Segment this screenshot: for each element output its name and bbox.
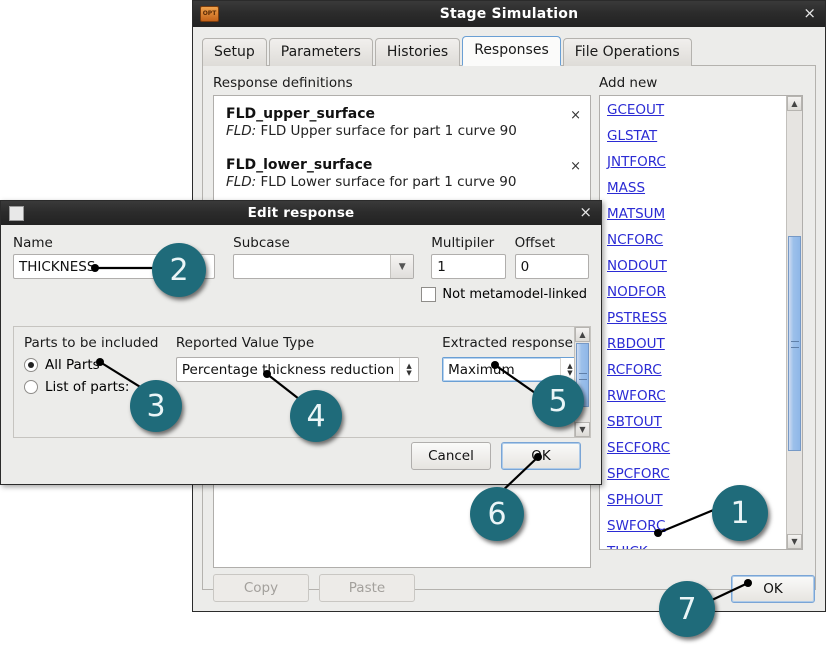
main-ok-button[interactable]: OK — [731, 575, 815, 603]
add-new-link-matsum[interactable]: MATSUM — [607, 206, 665, 222]
response-type: FLD: — [226, 123, 257, 139]
scrollbar-thumb[interactable] — [788, 236, 801, 451]
scroll-up-icon[interactable]: ▲ — [787, 96, 802, 111]
add-new-scrollbar[interactable]: ▲ ▼ — [786, 96, 802, 549]
add-new-link-sphout[interactable]: SPHOUT — [607, 492, 663, 508]
add-new-link-mass[interactable]: MASS — [607, 180, 645, 196]
extracted-response-label: Extracted response — [442, 335, 573, 351]
remove-icon[interactable]: × — [570, 159, 581, 174]
add-new-link-nodout[interactable]: NODOUT — [607, 258, 667, 274]
parts-label: Parts to be included — [24, 335, 159, 351]
edit-dialog-buttons: Cancel OK — [411, 442, 581, 470]
spinner-arrows-icon[interactable]: ▲ ▼ — [399, 358, 419, 381]
add-new-link-gceout[interactable]: GCEOUT — [607, 102, 664, 118]
callout-marker-3: 3 — [130, 380, 182, 432]
tab-file-operations[interactable]: File Operations — [562, 38, 692, 66]
reported-value-type-label: Reported Value Type — [175, 335, 315, 351]
remove-icon[interactable]: × — [570, 108, 581, 123]
chevron-down-icon: ▼ — [390, 255, 414, 278]
response-name: FLD_upper_surface — [226, 106, 376, 122]
edit-ok-button[interactable]: OK — [501, 442, 581, 470]
not-metamodel-linked-row[interactable]: Not metamodel-linked — [13, 287, 589, 302]
add-new-link-spcforc[interactable]: SPCFORC — [607, 466, 670, 482]
scroll-down-icon[interactable]: ▼ — [575, 422, 590, 437]
add-new-link-jntforc[interactable]: JNTFORC — [607, 154, 666, 170]
window-icon — [9, 205, 24, 221]
add-new-link-pstress[interactable]: PSTRESS — [607, 310, 667, 326]
add-new-link-secforc[interactable]: SECFORC — [607, 440, 670, 456]
scrollbar-grip-icon — [578, 373, 587, 380]
add-new-list[interactable]: GCEOUT GLSTAT JNTFORC MASS MATSUM NCFORC… — [599, 95, 803, 550]
copy-button[interactable]: Copy — [213, 574, 309, 602]
reported-value-type-value: Percentage thickness reduction — [181, 361, 395, 378]
tab-responses[interactable]: Responses — [462, 36, 561, 66]
edit-dialog-titlebar[interactable]: Edit response × — [1, 201, 601, 225]
subcase-select[interactable]: ▼ — [233, 254, 415, 279]
reported-value-type-select[interactable]: Percentage thickness reduction ▲ ▼ — [175, 357, 420, 382]
add-new-link-rbdout[interactable]: RBDOUT — [607, 336, 665, 352]
add-new-link-glstat[interactable]: GLSTAT — [607, 128, 657, 144]
add-new-link-ncforc[interactable]: NCFORC — [607, 232, 663, 248]
offset-input[interactable]: 0 — [514, 254, 589, 279]
callout-marker-2: 2 — [152, 243, 206, 297]
add-new-section: Add new GCEOUT GLSTAT JNTFORC MASS MATSU… — [599, 75, 803, 550]
subcase-label: Subcase — [233, 235, 290, 251]
paste-button[interactable]: Paste — [319, 574, 415, 602]
response-type: FLD: — [226, 174, 257, 190]
callout-marker-7: 7 — [659, 581, 715, 637]
radio-list-of-parts-label: List of parts: — [45, 379, 130, 395]
main-titlebar[interactable]: OPT Stage Simulation × — [193, 1, 825, 27]
copy-paste-row: Copy Paste — [213, 574, 415, 602]
scroll-down-icon[interactable]: ▼ — [787, 534, 802, 549]
edit-dialog-title: Edit response — [247, 205, 355, 221]
add-new-link-rcforc[interactable]: RCFORC — [607, 362, 662, 378]
add-new-link-thick[interactable]: THICK — [607, 544, 648, 549]
extracted-response-value: Maximum — [448, 361, 515, 378]
tab-parameters[interactable]: Parameters — [268, 38, 373, 66]
callout-marker-6: 6 — [470, 487, 524, 541]
tab-histories[interactable]: Histories — [374, 38, 461, 66]
add-new-link-rwforc[interactable]: RWFORC — [607, 388, 666, 404]
response-description: FLD: FLD Upper surface for part 1 curve … — [226, 123, 517, 139]
main-tabstrip: Setup Parameters Histories Responses Fil… — [202, 33, 816, 66]
radio-all-parts-label: All Parts — [45, 357, 100, 373]
list-item[interactable]: FLD_lower_surface FLD: FLD Lower surface… — [214, 153, 590, 198]
main-window-title: Stage Simulation — [439, 6, 579, 22]
edit-response-dialog: Edit response × Name THICKNESS Subcase ▼… — [0, 200, 602, 485]
radio-list-of-parts-icon[interactable] — [24, 380, 38, 394]
radio-all-parts-icon[interactable] — [24, 358, 38, 372]
opt-folder-icon: OPT — [200, 6, 219, 22]
not-metamodel-linked-label: Not metamodel-linked — [442, 287, 587, 302]
reported-value-type-section: Reported Value Type Percentage thickness… — [175, 335, 420, 395]
main-ok-row: OK — [731, 575, 815, 603]
cancel-button[interactable]: Cancel — [411, 442, 491, 470]
add-new-link-sbtout[interactable]: SBTOUT — [607, 414, 662, 430]
tab-setup[interactable]: Setup — [202, 38, 267, 66]
close-icon[interactable]: × — [579, 204, 592, 220]
scrollbar-grip-icon — [790, 341, 799, 348]
not-metamodel-linked-checkbox[interactable] — [421, 287, 437, 302]
callout-marker-1: 1 — [712, 485, 768, 541]
callout-marker-5: 5 — [532, 375, 584, 427]
close-icon[interactable]: × — [803, 5, 816, 21]
response-name: FLD_lower_surface — [226, 157, 373, 173]
offset-label: Offset — [514, 235, 556, 251]
list-item[interactable]: FLD_upper_surface FLD: FLD Upper surface… — [214, 102, 590, 147]
multiplier-label: Multipiler — [431, 235, 495, 251]
add-new-link-swforc[interactable]: SWFORC — [607, 518, 665, 534]
edit-dialog-body: Name THICKNESS Subcase ▼ Multipiler 1 Of… — [1, 225, 601, 302]
add-new-link-nodfor[interactable]: NODFOR — [607, 284, 666, 300]
response-definitions-label: Response definitions — [213, 75, 353, 91]
multiplier-input[interactable]: 1 — [431, 254, 506, 279]
response-description: FLD: FLD Lower surface for part 1 curve … — [226, 174, 517, 190]
add-new-label: Add new — [599, 75, 658, 91]
callout-marker-4: 4 — [290, 390, 342, 442]
scroll-up-icon[interactable]: ▲ — [575, 327, 590, 342]
radio-all-parts[interactable]: All Parts — [24, 357, 162, 373]
